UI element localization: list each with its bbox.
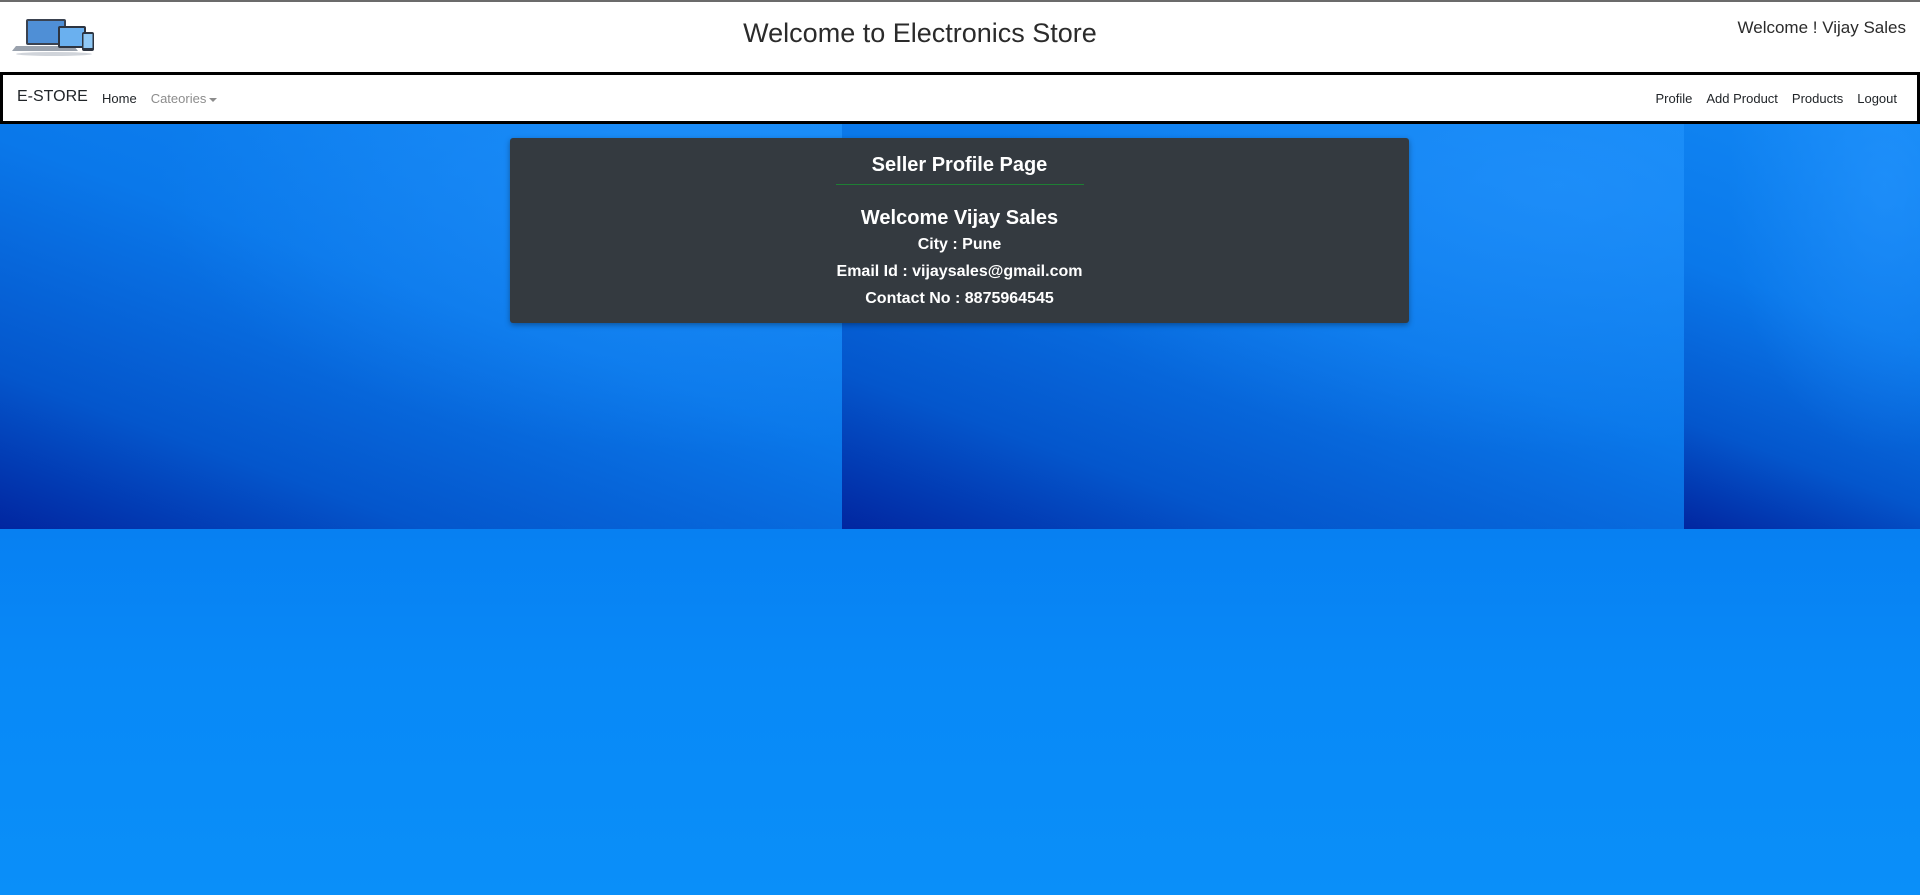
seller-profile-card: Seller Profile Page Welcome Vijay Sales … <box>510 138 1409 323</box>
nav-right-group: Profile Add Product Products Logout <box>1656 91 1897 106</box>
site-header: Welcome to Electronics Store Welcome ! V… <box>0 2 1920 72</box>
nav-left-group: Home Cateories <box>102 91 218 106</box>
page-title: Welcome to Electronics Store <box>743 18 1097 48</box>
background-tile <box>1684 124 1920 529</box>
welcome-user-text: Welcome ! Vijay Sales <box>1737 18 1907 37</box>
seller-email: Email Id : vijaysales@gmail.com <box>836 263 1083 280</box>
background-tile <box>1684 529 1920 895</box>
card-title: Seller Profile Page <box>871 154 1048 176</box>
nav-categories-label: Cateories <box>150 91 207 106</box>
seller-contact: Contact No : 8875964545 <box>865 290 1054 307</box>
seller-city: City : Pune <box>917 236 1002 253</box>
background-tile <box>842 529 1684 895</box>
brand-link[interactable]: E-STORE <box>17 88 88 106</box>
nav-add-product-link[interactable]: Add Product <box>1706 91 1778 106</box>
nav-categories-dropdown[interactable]: Cateories <box>151 91 218 106</box>
chevron-down-icon <box>209 97 218 102</box>
nav-home-link[interactable]: Home <box>102 91 137 106</box>
seller-welcome: Welcome Vijay Sales <box>860 207 1059 229</box>
nav-logout-link[interactable]: Logout <box>1857 91 1897 106</box>
background-tile <box>0 529 842 895</box>
title-divider <box>836 184 1084 185</box>
main-navbar: E-STORE Home Cateories Profile Add Produ… <box>0 72 1920 124</box>
nav-products-link[interactable]: Products <box>1792 91 1843 106</box>
nav-profile-link[interactable]: Profile <box>1656 91 1693 106</box>
